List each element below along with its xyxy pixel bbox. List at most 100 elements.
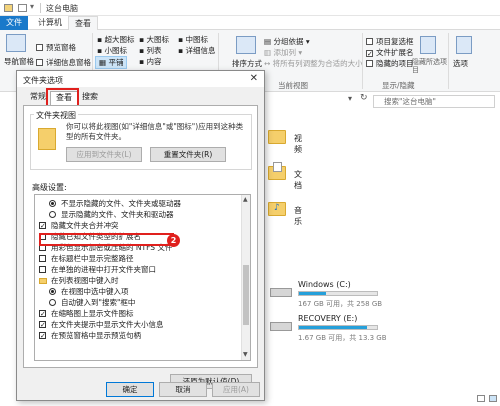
item-checkboxes-toggle[interactable]: 项目复选框	[366, 36, 414, 47]
layout-label: 列表	[146, 46, 162, 55]
layout-content[interactable]: ▪ 内容	[139, 56, 161, 67]
address-dropdown-icon[interactable]: ▾	[348, 94, 352, 103]
folder-view-description: 你可以将此视图(如"详细信息"或"图标")应用到这种类型的所有文件夹。	[66, 122, 244, 141]
drive-usage-fill	[299, 292, 327, 295]
current-view-group-label: 当前视图	[278, 81, 308, 90]
music-note-icon: ♪	[274, 203, 280, 213]
tab-view[interactable]: 查看	[68, 16, 98, 30]
advanced-settings-list[interactable]: ▲ ▼ 不显示隐藏的文件、文件夹或驱动器显示隐藏的文件、文件夹和驱动器隐藏文件夹…	[34, 194, 251, 361]
preview-pane-label: 预览窗格	[46, 43, 76, 52]
scroll-up-icon[interactable]: ▲	[243, 196, 248, 203]
reset-folders-button[interactable]: 重置文件夹(R)	[150, 147, 226, 162]
checkbox-icon[interactable]	[39, 222, 46, 229]
group-separator	[362, 33, 363, 89]
group-separator	[448, 33, 449, 89]
scroll-down-icon[interactable]: ▼	[243, 351, 248, 358]
quick-access-dropdown-icon[interactable]: ▾	[30, 2, 34, 11]
preview-pane-icon	[36, 44, 43, 51]
checkbox-icon[interactable]	[39, 332, 46, 339]
drive-name: Windows (C:)	[298, 280, 351, 289]
window-titlebar: ▾ 这台电脑	[0, 0, 500, 16]
group-by-button[interactable]: ▤ 分组依据 ▾	[264, 36, 310, 47]
title-separator	[40, 3, 41, 13]
checkbox-icon[interactable]	[39, 321, 46, 328]
size-columns-label: 将所有列调整为合适的大小	[272, 59, 363, 68]
layout-list[interactable]: ▪ 列表	[139, 45, 161, 56]
layout-label: 内容	[146, 57, 162, 66]
checkbox-icon[interactable]	[39, 266, 46, 273]
radio-icon[interactable]	[49, 211, 56, 218]
drive-usage-fill	[299, 326, 367, 329]
add-columns-button[interactable]: ▥ 添加列 ▾	[264, 47, 302, 58]
sort-by-icon[interactable]	[236, 36, 256, 54]
radio-icon[interactable]	[49, 200, 56, 207]
tab-search[interactable]: 搜索	[77, 91, 103, 105]
tab-computer[interactable]: 计算机	[32, 16, 68, 30]
drive-icon	[270, 322, 292, 331]
sort-by-button[interactable]: 排序方式	[232, 58, 262, 69]
hidden-items-toggle[interactable]: 隐藏的项目	[366, 58, 414, 69]
layout-label: 详细信息	[185, 46, 216, 55]
navigation-pane-icon[interactable]	[6, 34, 26, 52]
close-icon[interactable]: ✕	[250, 73, 258, 84]
status-bar	[265, 392, 500, 406]
group-by-label: 分组依据	[273, 37, 304, 46]
dialog-title: 文件夹选项	[23, 76, 63, 85]
show-hide-group-label: 显示/隐藏	[382, 81, 415, 90]
folder-label: 视频	[294, 134, 302, 154]
details-pane-button[interactable]: 详细信息窗格	[36, 57, 91, 68]
properties-icon[interactable]	[18, 4, 27, 12]
setting-label: 隐藏文件夹合并冲突	[51, 221, 119, 230]
layout-extra-large-icons[interactable]: ▪ 超大图标	[97, 34, 134, 45]
ok-button[interactable]: 确定	[106, 382, 154, 397]
advanced-settings-label: 高级设置:	[32, 183, 67, 192]
apply-to-folders-button[interactable]: 应用到文件夹(L)	[66, 147, 142, 162]
folder-label: 音乐	[294, 206, 302, 226]
scrollbar-thumb[interactable]	[243, 265, 249, 325]
checkbox-icon[interactable]	[39, 310, 46, 317]
radio-icon[interactable]	[49, 299, 56, 306]
layout-details[interactable]: ▪ 详细信息	[178, 45, 215, 56]
apply-button[interactable]: 应用(A)	[212, 382, 260, 397]
hide-selected-icon[interactable]	[420, 36, 436, 54]
setting-label: 在预览窗格中显示预览句柄	[51, 331, 141, 340]
layout-small-icons[interactable]: ▪ 小图标	[97, 45, 127, 56]
details-view-icon[interactable]	[477, 395, 485, 402]
navigation-pane-button[interactable]: 导航窗格	[4, 56, 34, 67]
window-title: 这台电脑	[46, 4, 78, 13]
layout-medium-icons[interactable]: ▪ 中图标	[178, 34, 208, 45]
radio-icon[interactable]	[49, 288, 56, 295]
options-icon[interactable]	[456, 36, 472, 54]
layout-tiles[interactable]: ▦ 平铺	[95, 56, 128, 69]
setting-label: 在单独的进程中打开文件夹窗口	[51, 265, 156, 274]
drive-free-space: 167 GB 可用，共 258 GB	[298, 300, 383, 308]
details-pane-icon	[36, 59, 43, 66]
setting-label: 在缩略图上显示文件图标	[51, 309, 134, 318]
layout-large-icons[interactable]: ▪ 大图标	[139, 34, 169, 45]
drive-icon	[270, 288, 292, 297]
scrollbar[interactable]: ▲ ▼	[241, 195, 250, 360]
annotation-box-2	[39, 233, 174, 246]
refresh-icon[interactable]: ↻	[360, 93, 368, 103]
checkbox-icon[interactable]	[39, 255, 46, 262]
preview-pane-button[interactable]: 预览窗格	[36, 42, 76, 53]
checkbox-icon	[366, 38, 373, 45]
folder-icon	[4, 4, 13, 12]
layout-label: 小图标	[104, 46, 127, 55]
hide-selected-button[interactable]: 隐藏所选项目	[412, 58, 448, 74]
drive-usage-bar	[298, 325, 378, 330]
annotation-badge-2: 2	[167, 234, 180, 247]
tab-file[interactable]: 文件	[0, 16, 28, 30]
search-input[interactable]: 搜索"这台电脑"	[373, 95, 495, 108]
cancel-button[interactable]: 取消	[159, 382, 207, 397]
drive-e[interactable]: RECOVERY (E:) 1.67 GB 可用，共 13.3 GB	[270, 314, 390, 344]
layout-label: 平铺	[108, 58, 124, 67]
large-icons-view-icon[interactable]	[489, 395, 497, 402]
folder-view-legend: 文件夹视图	[34, 110, 78, 121]
folder-options-dialog: 文件夹选项 ✕ 常规 查看 搜索 1 文件夹视图 你可以将此视图(如"详细信息"…	[16, 70, 265, 401]
drive-c[interactable]: Windows (C:) 167 GB 可用，共 258 GB	[270, 280, 390, 310]
file-extensions-toggle[interactable]: 文件扩展名	[366, 47, 414, 58]
options-button[interactable]: 选项	[453, 58, 468, 69]
setting-label: 在列表视图中键入时	[51, 276, 119, 285]
size-columns-button[interactable]: ↔ 将所有列调整为合适的大小	[264, 58, 363, 69]
